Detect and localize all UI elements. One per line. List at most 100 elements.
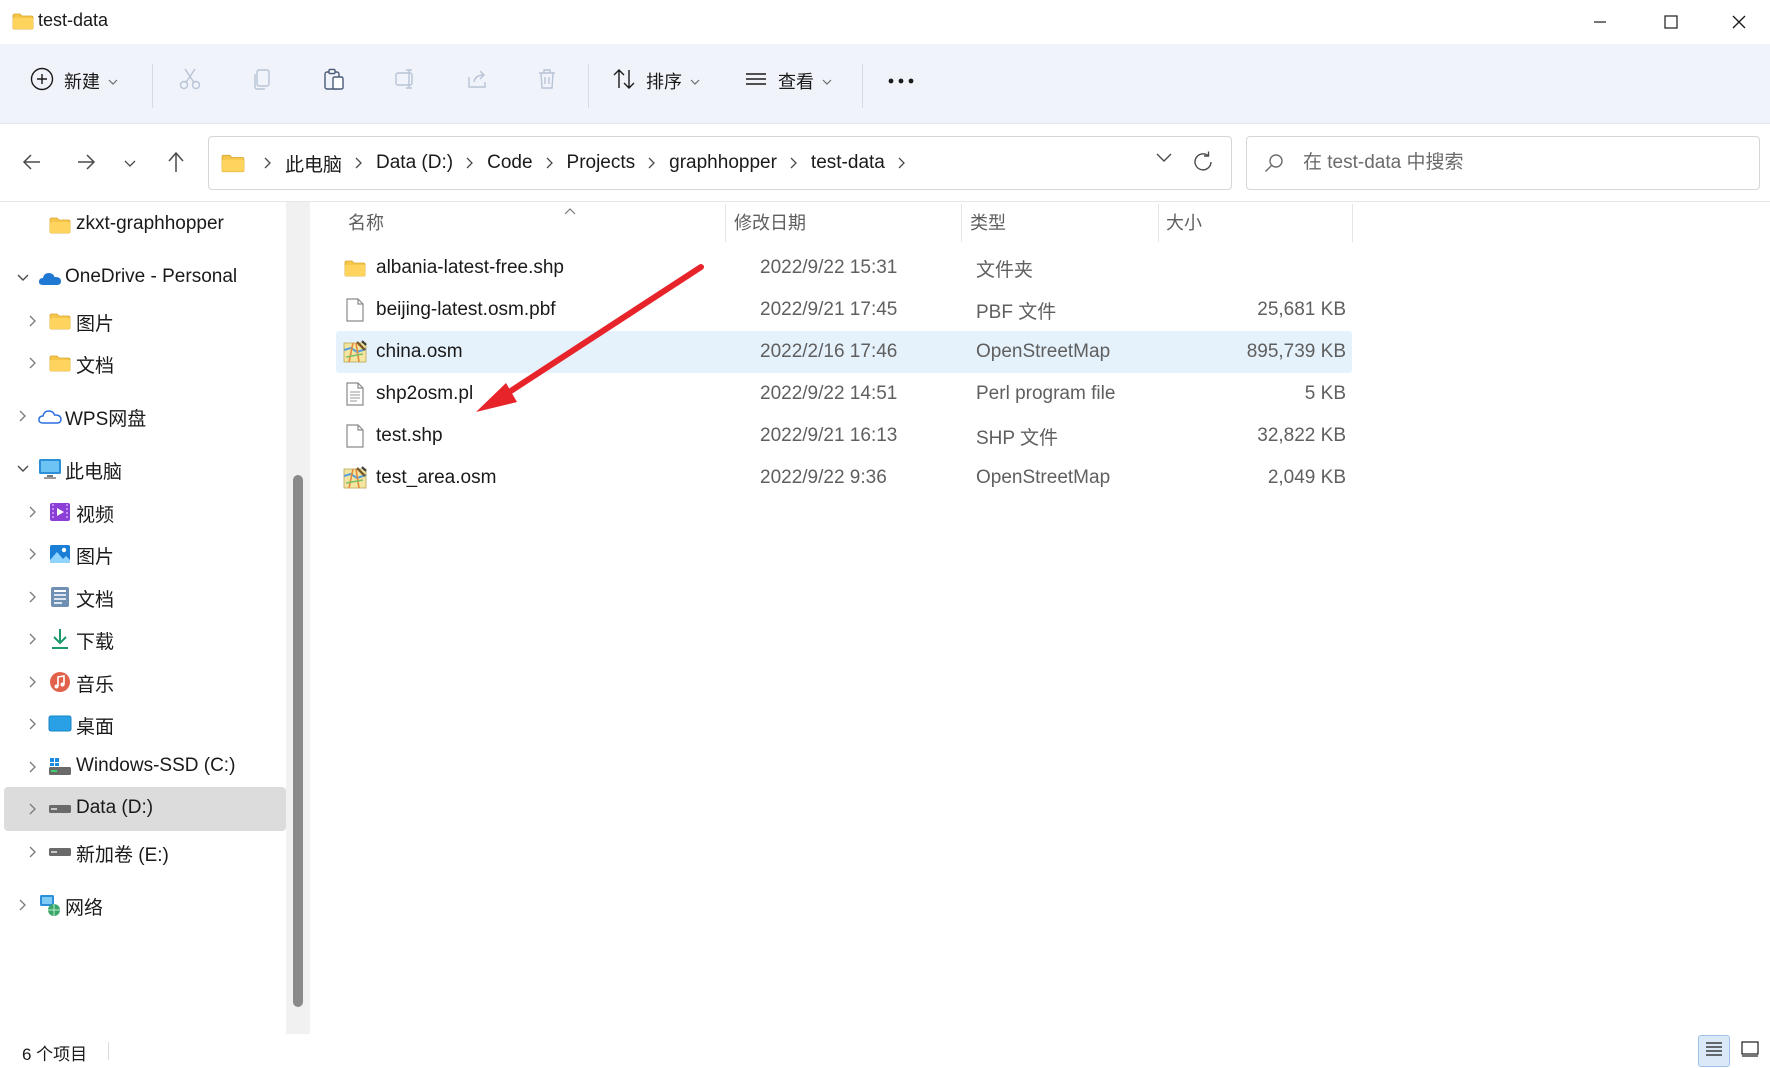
status-bar: 6 个项目 — [0, 1034, 1770, 1068]
breadcrumb-graphhopper[interactable]: graphhopper — [669, 152, 777, 174]
file-row[interactable]: albania-latest-free.shp 2022/9/22 15:31 文件… — [336, 247, 1352, 289]
address-history-dropdown[interactable] — [1155, 151, 1173, 169]
sidebar-item-label: 图片 — [76, 314, 115, 335]
new-button[interactable]: 新建 — [30, 56, 118, 106]
breadcrumb-data-drive[interactable]: Data (D:) — [376, 152, 453, 174]
chevron-right-icon[interactable] — [16, 409, 30, 423]
sidebar-item[interactable]: Data (D:) — [4, 787, 286, 831]
paste-icon — [322, 67, 346, 96]
back-button[interactable] — [12, 144, 52, 184]
maximize-button[interactable] — [1636, 0, 1706, 44]
chevron-right-icon[interactable] — [26, 314, 40, 328]
sidebar-item-label: zkxt-graphhopper — [76, 213, 224, 234]
breadcrumb-projects[interactable]: Projects — [567, 152, 636, 174]
sidebar-item[interactable]: 视频 — [4, 490, 286, 534]
sidebar-item[interactable]: 新加卷 (E:) — [4, 830, 286, 874]
sidebar-item[interactable]: Windows-SSD (C:) — [4, 745, 286, 789]
column-divider[interactable] — [1158, 204, 1159, 242]
column-size-label: 大小 — [1166, 213, 1202, 233]
column-header-date[interactable]: 修改日期 — [734, 202, 954, 242]
more-button[interactable] — [888, 56, 914, 106]
sidebar-item[interactable]: 文档 — [4, 341, 286, 385]
chevron-right-icon[interactable] — [26, 675, 40, 689]
chevron-right-icon[interactable] — [790, 157, 798, 169]
file-type: PBF 文件 — [976, 301, 1057, 323]
cut-icon — [178, 67, 202, 96]
file-name: test_area.osm — [376, 467, 497, 488]
sidebar-item[interactable]: 音乐 — [4, 660, 286, 704]
sidebar-item[interactable]: 网络 — [4, 883, 286, 927]
view-button[interactable]: 查看 — [744, 56, 832, 106]
navigation-scrollbar-thumb[interactable] — [293, 475, 303, 1007]
minimize-button[interactable] — [1565, 0, 1635, 44]
close-button[interactable] — [1704, 0, 1770, 44]
toolbar-divider — [862, 64, 863, 108]
chevron-down-icon[interactable] — [16, 271, 30, 285]
sort-button[interactable]: 排序 — [612, 56, 700, 106]
sidebar-item[interactable]: 文档 — [4, 575, 286, 619]
sidebar-item[interactable]: 桌面 — [4, 702, 286, 746]
sidebar-item[interactable]: WPS网盘 — [4, 394, 286, 438]
cut-button[interactable] — [178, 56, 202, 106]
file-row[interactable]: shp2osm.pl 2022/9/22 14:51 Perl program fi… — [336, 373, 1352, 415]
file-row[interactable]: test.shp 2022/9/21 16:13 SHP 文件 32,822 KB — [336, 415, 1352, 457]
sidebar-item[interactable]: 图片 — [4, 532, 286, 576]
chevron-right-icon[interactable] — [648, 157, 656, 169]
sidebar-item[interactable]: OneDrive - Personal — [4, 256, 286, 300]
sidebar-item[interactable]: 下载 — [4, 617, 286, 661]
rename-icon — [394, 67, 418, 96]
copy-button[interactable] — [250, 56, 274, 106]
column-header-size[interactable]: 大小 — [1166, 202, 1346, 242]
breadcrumb-this-pc[interactable]: 此电脑 — [285, 150, 342, 177]
column-header-name[interactable]: 名称 — [348, 202, 722, 242]
preview-pane-icon — [1741, 1040, 1759, 1062]
chevron-right-icon[interactable] — [26, 356, 40, 370]
more-icon — [888, 72, 914, 90]
chevron-right-icon[interactable] — [264, 157, 272, 169]
chevron-right-icon[interactable] — [546, 157, 554, 169]
file-row[interactable]: test_area.osm 2022/9/22 9:36 OpenStreetMap… — [336, 457, 1352, 499]
file-date: 2022/9/21 17:45 — [760, 299, 898, 320]
preview-pane-button[interactable] — [1734, 1035, 1766, 1067]
paste-button[interactable] — [322, 56, 346, 106]
breadcrumb-code[interactable]: Code — [487, 152, 532, 174]
details-view-button[interactable] — [1698, 1035, 1730, 1067]
chevron-right-icon[interactable] — [355, 157, 363, 169]
column-divider[interactable] — [1352, 204, 1353, 242]
forward-button[interactable] — [66, 144, 106, 184]
recent-locations-button[interactable] — [110, 144, 150, 184]
column-header-type[interactable]: 类型 — [970, 202, 1150, 242]
sidebar-item[interactable]: zkxt-graphhopper — [4, 203, 286, 247]
chevron-right-icon[interactable] — [26, 760, 40, 774]
chevron-right-icon[interactable] — [466, 157, 474, 169]
chevron-right-icon[interactable] — [26, 632, 40, 646]
column-type-label: 类型 — [970, 213, 1006, 233]
chevron-right-icon[interactable] — [26, 802, 40, 816]
delete-button[interactable] — [535, 56, 559, 106]
sidebar-item[interactable]: 图片 — [4, 299, 286, 343]
share-button[interactable] — [466, 56, 490, 106]
search-box[interactable] — [1246, 136, 1760, 190]
address-input[interactable]: 此电脑 Data (D:) Code Projects graphhopper … — [208, 136, 1232, 190]
breadcrumb-test-data[interactable]: test-data — [811, 152, 885, 174]
chevron-right-icon[interactable] — [26, 845, 40, 859]
up-button[interactable] — [156, 144, 196, 184]
chevron-right-icon[interactable] — [26, 717, 40, 731]
file-row[interactable]: china.osm 2022/2/16 17:46 OpenStreetMap 895… — [336, 331, 1352, 373]
file-row[interactable]: beijing-latest.osm.pbf 2022/9/21 17:45 PBF… — [336, 289, 1352, 331]
chevron-right-icon[interactable] — [26, 547, 40, 561]
wps-cloud-icon — [38, 405, 62, 427]
chevron-right-icon[interactable] — [26, 590, 40, 604]
plus-circle-icon — [30, 67, 54, 96]
column-divider[interactable] — [961, 204, 962, 242]
search-input[interactable] — [1303, 137, 1743, 189]
sidebar-item[interactable]: 此电脑 — [4, 447, 286, 491]
chevron-down-icon[interactable] — [16, 462, 30, 476]
chevron-right-icon[interactable] — [898, 157, 906, 169]
list-view-icon — [744, 67, 768, 96]
rename-button[interactable] — [394, 56, 418, 106]
chevron-right-icon[interactable] — [26, 505, 40, 519]
column-divider[interactable] — [725, 204, 726, 242]
chevron-right-icon[interactable] — [16, 898, 30, 912]
refresh-icon[interactable] — [1191, 150, 1215, 179]
